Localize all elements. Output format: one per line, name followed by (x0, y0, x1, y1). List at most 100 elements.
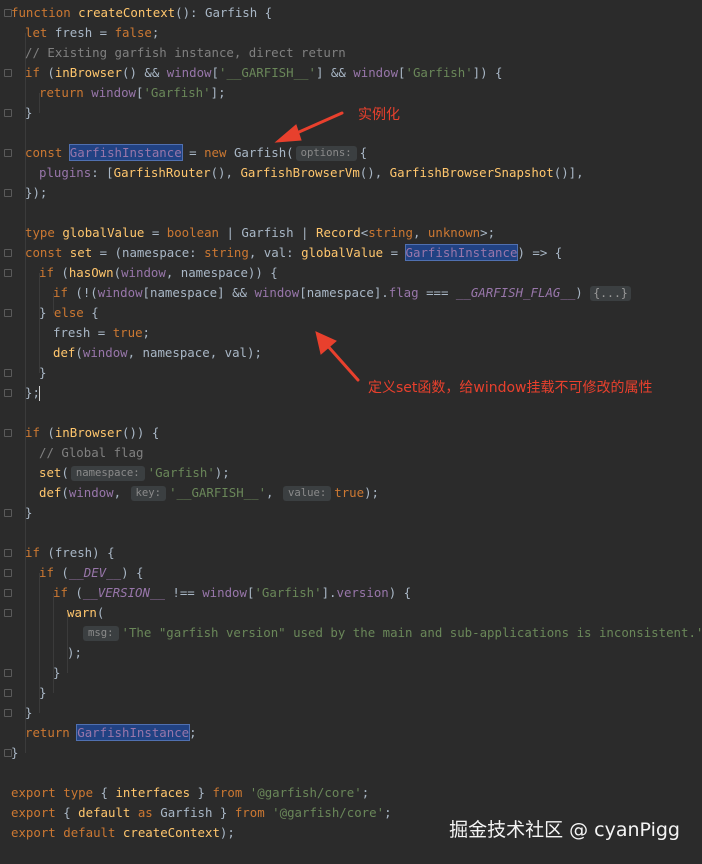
folded-code-placeholder[interactable]: {...} (590, 286, 631, 301)
code-line[interactable]: return GarfishInstance; (25, 723, 197, 743)
code-line[interactable]: if (!(window[namespace] && window[namesp… (53, 283, 631, 303)
code-editor[interactable]: function createContext(): Garfish { let … (0, 0, 702, 864)
code-line[interactable]: if (__VERSION__ !== window['Garfish'].ve… (53, 583, 411, 603)
fold-marker[interactable] (4, 69, 12, 77)
property: flag (388, 285, 419, 300)
keyword: if (25, 425, 40, 440)
fold-marker[interactable] (4, 109, 12, 117)
code-line[interactable]: fresh = true; (53, 323, 150, 343)
code-line[interactable]: }; (25, 383, 40, 403)
code-line[interactable]: plugins: [GarfishRouter(), GarfishBrowse… (39, 163, 584, 183)
code-line[interactable]: }); (25, 183, 47, 203)
fold-marker[interactable] (4, 429, 12, 437)
code-line[interactable]: } (25, 103, 32, 123)
punct: ; (384, 805, 392, 820)
code-line[interactable]: return window['Garfish']; (39, 83, 226, 103)
type-alias: globalValue (62, 225, 145, 240)
code-line[interactable]: const GarfishInstance = new Garfish(opti… (25, 143, 367, 163)
keyword: if (25, 545, 40, 560)
code-line[interactable]: if (hasOwn(window, namespace)) { (39, 263, 278, 283)
keyword: string (368, 225, 413, 240)
parameter-hint: msg: (83, 626, 119, 641)
code-line[interactable]: export type { interfaces } from '@garfis… (11, 783, 369, 803)
punct: ( (53, 565, 69, 580)
code-line[interactable]: set(namespace: 'Garfish'); (39, 463, 230, 483)
parameter-hint: key: (130, 486, 167, 501)
fold-marker[interactable] (4, 369, 12, 377)
code-line[interactable]: def(window, namespace, val); (53, 343, 262, 363)
code-line[interactable]: } else { (39, 303, 99, 323)
function-call: GarfishBrowserVm (240, 165, 360, 180)
function-call: inBrowser (54, 65, 122, 80)
code-line[interactable]: function createContext(): Garfish { (11, 3, 272, 23)
code-line[interactable]: msg: 'The "garfish version" used by the m… (81, 623, 702, 643)
fold-marker[interactable] (4, 589, 12, 597)
punct: === (418, 285, 456, 300)
code-line[interactable]: export default createContext); (11, 823, 235, 843)
global-variable: window (202, 585, 247, 600)
keyword: if (39, 265, 54, 280)
fold-marker[interactable] (4, 149, 12, 157)
code-line[interactable]: // Global flag (39, 443, 143, 463)
keyword: string (204, 245, 249, 260)
punct: = (144, 225, 167, 240)
global-variable: window (82, 345, 128, 360)
fold-marker[interactable] (4, 189, 12, 197)
global-variable: window (68, 485, 114, 500)
code-line[interactable]: type globalValue = boolean | Garfish | R… (25, 223, 495, 243)
type-name: interfaces (115, 785, 191, 800)
punct: = (181, 145, 205, 160)
function-name: createContext (78, 5, 176, 20)
fold-marker[interactable] (4, 609, 12, 617)
punct: } (39, 365, 47, 380)
punct: ()], (553, 165, 584, 180)
parameter: namespace (122, 245, 190, 260)
function-call: def (53, 345, 76, 360)
code-line[interactable]: } (25, 503, 32, 523)
fold-marker[interactable] (4, 569, 12, 577)
fold-marker[interactable] (4, 669, 12, 677)
code-line[interactable]: ); (67, 643, 82, 663)
code-line[interactable]: } (39, 363, 46, 383)
keyword: as (137, 805, 153, 820)
code-line[interactable]: } (25, 703, 32, 723)
code-line[interactable]: export { default as Garfish } from '@gar… (11, 803, 392, 823)
fold-marker[interactable] (4, 309, 12, 317)
string: 'Garfish' (254, 585, 322, 600)
string: '@garfish/core' (272, 805, 385, 820)
code-line[interactable]: if (inBrowser()) { (25, 423, 159, 443)
punct: (!( (67, 285, 98, 300)
code-line[interactable]: warn( (67, 603, 104, 623)
code-line[interactable]: def(window, key: '__GARFISH__', value: tru… (39, 483, 379, 503)
code-line[interactable]: if (fresh) { (25, 543, 115, 563)
code-line[interactable]: } (53, 663, 60, 683)
fold-marker[interactable] (4, 389, 12, 397)
code-line[interactable]: } (39, 683, 46, 703)
punct: >; (480, 225, 496, 240)
fold-marker[interactable] (4, 689, 12, 697)
selected-identifier[interactable]: GarfishInstance (76, 724, 191, 741)
fold-marker[interactable] (4, 509, 12, 517)
code-line[interactable]: if (__DEV__) { (39, 563, 143, 583)
code-line[interactable]: const set = (namespace: string, val: glo… (25, 243, 562, 263)
punct: ) { (92, 545, 115, 560)
fold-marker[interactable] (4, 709, 12, 717)
code-line[interactable]: } (11, 743, 18, 763)
selected-identifier[interactable]: GarfishInstance (404, 244, 519, 261)
function-name: set (69, 245, 93, 260)
punct: } (25, 505, 33, 520)
constant: __DEV__ (68, 565, 122, 580)
punct: } (25, 705, 33, 720)
code-line[interactable]: let fresh = false; (25, 23, 159, 43)
fold-marker[interactable] (4, 269, 12, 277)
keyword: const (25, 245, 63, 260)
punct: ); (219, 825, 235, 840)
parameter: namespace (306, 285, 374, 300)
fold-marker[interactable] (4, 549, 12, 557)
code-line[interactable]: // Existing garfish instance, direct ret… (25, 43, 346, 63)
constant: __VERSION__ (82, 585, 165, 600)
selected-identifier[interactable]: GarfishInstance (68, 144, 183, 161)
code-line[interactable]: if (inBrowser() && window['__GARFISH__']… (25, 63, 503, 83)
fold-marker[interactable] (4, 249, 12, 257)
punct: )) { (247, 265, 278, 280)
